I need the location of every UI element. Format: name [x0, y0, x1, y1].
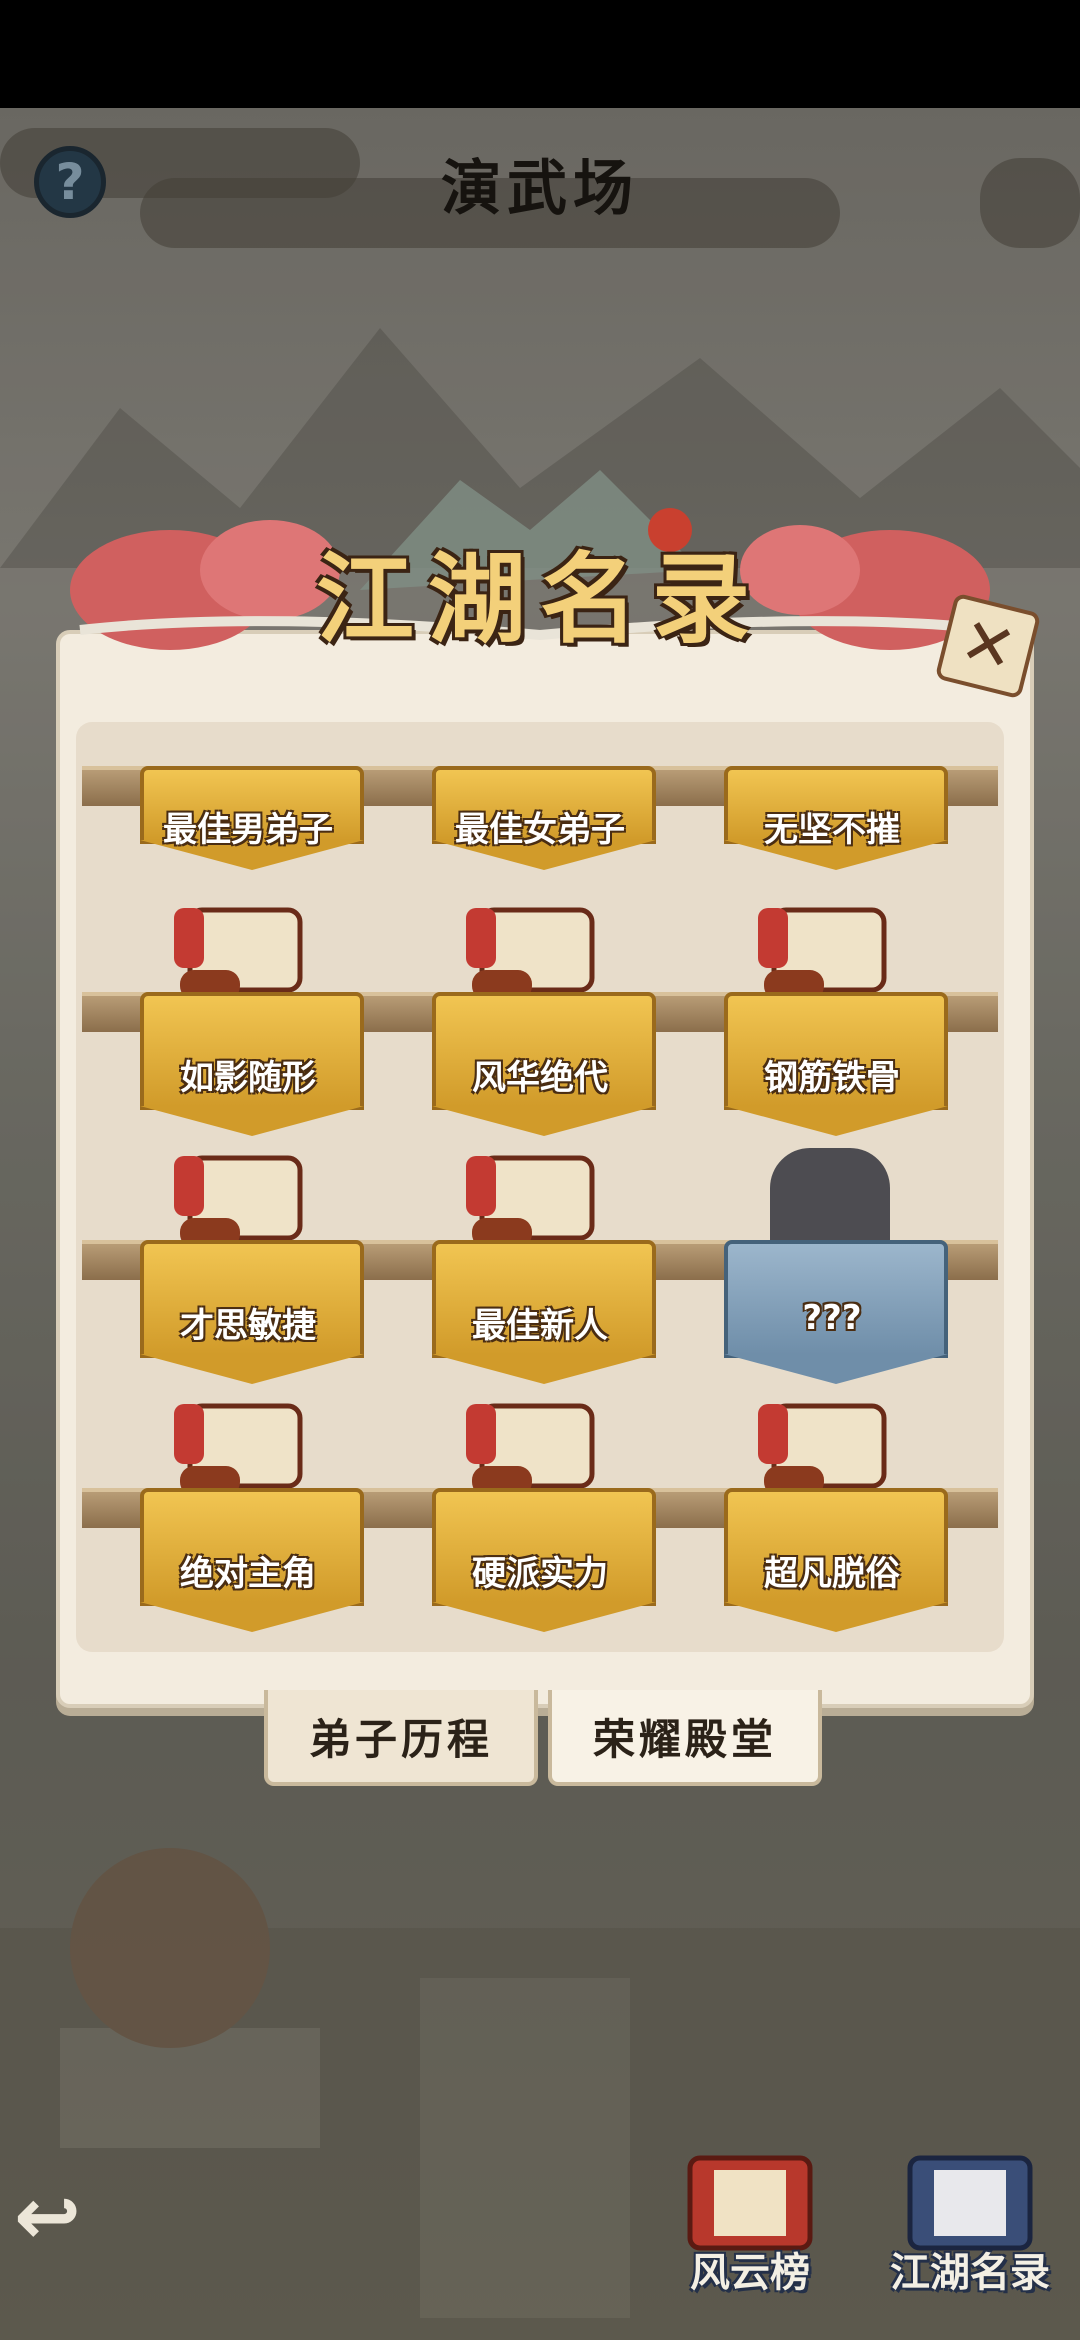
back-button[interactable]: ↩ — [14, 2170, 124, 2263]
achievement-label: 最佳女弟子 — [455, 810, 625, 850]
achievement-label: 绝对主角 — [180, 1554, 316, 1594]
achievement-label: ??? — [802, 1298, 862, 1338]
status-bar — [0, 0, 1080, 108]
achievement-label: 硬派实力 — [472, 1554, 608, 1594]
achievement-label: 钢筋铁骨 — [764, 1058, 900, 1098]
dialog-title: 江湖名录 — [315, 542, 764, 657]
achievement-label: 无坚不摧 — [764, 810, 900, 850]
tab-hall-of-glory[interactable]: 荣耀殿堂 — [548, 1690, 822, 1786]
back-arrow-icon: ↩ — [14, 2170, 82, 2263]
achievement-label: 超凡脱俗 — [764, 1554, 900, 1594]
ranking-button[interactable]: 风云榜 — [660, 2148, 840, 2298]
ranking-label: 风云榜 — [690, 2250, 810, 2296]
tab-disciple-history[interactable]: 弟子历程 — [264, 1690, 538, 1786]
jianghu-directory-button[interactable]: 江湖名录 — [880, 2148, 1060, 2298]
achievement-label: 如影随形 — [180, 1058, 316, 1098]
close-icon: ✕ — [953, 603, 1023, 689]
jianghu-directory-label: 江湖名录 — [890, 2250, 1050, 2296]
achievement-label: 风华绝代 — [472, 1058, 608, 1098]
achievement-label: 最佳男弟子 — [163, 810, 333, 850]
achievement-label: 最佳新人 — [472, 1306, 608, 1346]
achievement-label: 才思敏捷 — [180, 1306, 316, 1346]
